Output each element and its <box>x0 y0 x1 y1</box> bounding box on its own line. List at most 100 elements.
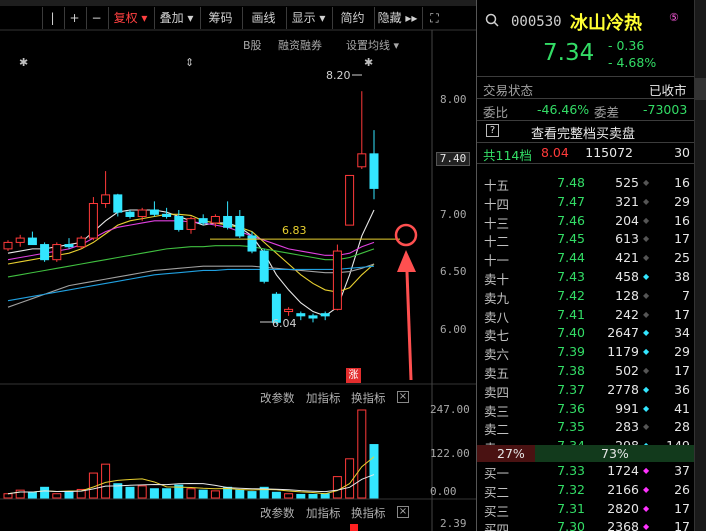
level-count: 38 <box>674 269 690 284</box>
ask-level-row[interactable]: 卖三 7.36 991 ◆ 41 <box>477 400 695 419</box>
level-volume: 421 <box>615 250 639 266</box>
bid-level-row[interactable]: 买三 7.31 2820 ◆ 17 <box>477 500 695 519</box>
ask-level-row[interactable]: 十三 7.46 204 ◆ 16 <box>477 212 695 231</box>
bid-level-row[interactable]: 买一 7.33 1724 ◆ 37 <box>477 462 695 481</box>
switch-indicator-button[interactable]: 换指标 <box>351 390 386 406</box>
kline-chart-pane[interactable]: | + − 复权 ▾ 叠加 ▾ 筹码 画线 显示 ▾ 简约 隐藏 ▸▸ ⛶ B股 融资融券 设置均线… <box>0 0 476 531</box>
level-dot-icon: ◆ <box>643 466 650 475</box>
candle-body <box>332 250 342 310</box>
diff-value: -73003 <box>643 102 688 117</box>
ask-level-row[interactable]: 卖四 7.37 2778 ◆ 36 <box>477 381 695 400</box>
close-macd-pane-icon[interactable]: × <box>397 506 409 518</box>
bid-level-row[interactable]: 买四 7.30 2368 ◆ 17 <box>477 518 695 531</box>
kline-svg: 6.83 8.20 6.04 <box>0 29 476 531</box>
level-volume: 458 <box>615 269 639 284</box>
ask-level-row[interactable]: 卖二 7.35 283 ◆ 28 <box>477 418 695 438</box>
level-price: 7.30 <box>557 519 585 531</box>
bid-level-row[interactable]: 买二 7.32 2166 ◆ 26 <box>477 481 695 500</box>
level-volume: 128 <box>615 287 639 303</box>
volume-bar <box>284 493 294 499</box>
level-count: 25 <box>674 250 690 266</box>
level-price: 7.48 <box>557 175 585 190</box>
level-label: 买二 <box>484 484 510 500</box>
level-dot-icon: ◆ <box>643 253 650 263</box>
level-dot-icon: ◆ <box>643 422 650 432</box>
level-volume: 242 <box>615 306 639 322</box>
volume-bar <box>162 488 172 499</box>
level-count: 37 <box>674 463 690 478</box>
limit-up-badge: 涨 <box>346 368 361 383</box>
volume-bar <box>345 458 355 499</box>
volume-bar <box>271 491 281 499</box>
ask-level-row[interactable]: 卖六 7.39 1179 ◆ 29 <box>477 343 695 363</box>
level-count: 26 <box>674 481 690 497</box>
level-count: 29 <box>674 193 690 209</box>
level-price: 7.39 <box>557 344 585 360</box>
search-icon[interactable] <box>485 13 499 27</box>
level-label: 卖二 <box>484 422 510 438</box>
candle-body <box>113 194 123 213</box>
params-button[interactable]: 改参数 <box>260 505 295 521</box>
levels-total-label: 共114档 <box>483 148 532 163</box>
high-price-label: 8.20 <box>326 69 351 82</box>
candle-body <box>369 153 379 189</box>
level-count: 7 <box>682 287 690 303</box>
volume-bar <box>369 444 379 499</box>
ask-level-row[interactable]: 十四 7.47 321 ◆ 29 <box>477 193 695 212</box>
ask-level-row[interactable]: 卖七 7.40 2647 ◆ 34 <box>477 324 695 343</box>
volume-bar <box>320 493 330 499</box>
level-label: 十二 <box>484 234 510 250</box>
candle-body <box>357 153 367 168</box>
side-tab[interactable] <box>695 78 706 100</box>
side-tab-strip[interactable] <box>694 0 706 531</box>
level-label: 买三 <box>484 503 510 519</box>
help-icon[interactable]: ? <box>486 124 499 137</box>
ask-level-row[interactable]: 十一 7.44 421 ◆ 25 <box>477 249 695 268</box>
levels-total-volume: 115072 <box>585 145 633 160</box>
price-tick-label: 7.00 <box>440 208 467 221</box>
price-tick-label: 6.50 <box>440 265 467 278</box>
ask-level-row[interactable]: 十二 7.45 613 ◆ 17 <box>477 230 695 250</box>
ask-level-row[interactable]: 十五 7.48 525 ◆ 16 <box>477 174 695 193</box>
full-book-link[interactable]: 查看完整档买卖盘 <box>531 123 635 142</box>
level-label: 十五 <box>484 178 510 193</box>
price-tick-label: 8.00 <box>440 93 467 106</box>
stock-badge-icon: ⑤ <box>669 11 679 24</box>
price-change: - 0.36 <box>608 38 645 53</box>
ratio-label: 委比 <box>483 105 509 120</box>
ask-level-row[interactable]: 卖八 7.41 242 ◆ 17 <box>477 306 695 325</box>
volume-bar <box>308 493 318 499</box>
volume-bar <box>3 493 13 499</box>
candle-body <box>210 215 220 224</box>
ask-level-row[interactable]: 卖五 7.38 502 ◆ 17 <box>477 362 695 381</box>
level-count: 16 <box>674 175 690 190</box>
level-label: 卖三 <box>484 403 510 419</box>
level-label: 卖六 <box>484 347 510 363</box>
candle-body <box>88 203 98 239</box>
bid-pct: 27% <box>497 446 525 461</box>
switch-indicator-button[interactable]: 换指标 <box>351 505 386 521</box>
volume-bar <box>247 491 257 499</box>
level-price: 7.36 <box>557 400 585 416</box>
ask-level-row[interactable]: 卖十 7.43 458 ◆ 38 <box>477 268 695 287</box>
level-dot-icon: ◆ <box>643 484 650 494</box>
candle-body <box>296 313 306 317</box>
divider <box>477 76 695 77</box>
candle-body <box>137 209 147 217</box>
add-indicator-button[interactable]: 加指标 <box>306 390 341 406</box>
params-button[interactable]: 改参数 <box>260 390 295 406</box>
volume-tick-label: 247.00 <box>430 403 470 416</box>
volume-bar <box>64 491 74 499</box>
close-volume-pane-icon[interactable]: × <box>397 391 409 403</box>
add-indicator-button[interactable]: 加指标 <box>306 505 341 521</box>
candle-body <box>64 244 74 248</box>
ma-line-cyan <box>7 265 375 302</box>
level-volume: 1179 <box>607 344 639 360</box>
level-dot-icon: ◆ <box>643 366 650 375</box>
ask-level-row[interactable]: 卖九 7.42 128 ◆ 7 <box>477 287 695 306</box>
status-label: 交易状态 <box>483 83 534 98</box>
level-dot-icon: ◆ <box>643 234 650 244</box>
level-count: 34 <box>674 325 690 341</box>
volume-bar <box>357 409 367 499</box>
level-price: 7.35 <box>557 419 585 435</box>
